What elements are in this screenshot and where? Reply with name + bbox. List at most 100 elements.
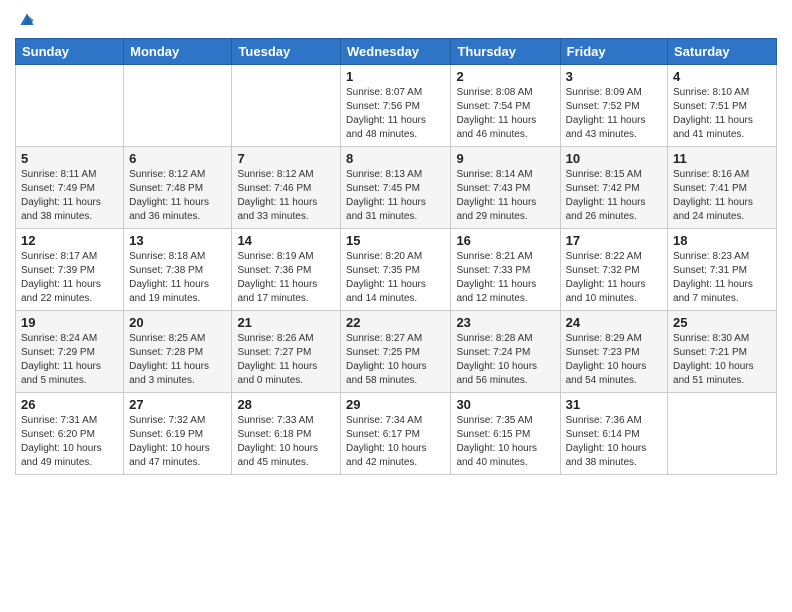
calendar-header-wednesday: Wednesday <box>341 39 451 65</box>
day-info: Sunrise: 8:09 AM Sunset: 7:52 PM Dayligh… <box>566 86 662 142</box>
calendar-week-4: 19 Sunrise: 8:24 AM Sunset: 7:29 PM Dayli… <box>16 311 777 393</box>
day-number: 16 <box>456 233 554 248</box>
calendar-header-friday: Friday <box>560 39 667 65</box>
calendar-cell: 15Sunrise: 8:20 AM Sunset: 7:35 PM Dayli… <box>341 229 451 311</box>
calendar-cell: 9 Sunrise: 8:14 AM Sunset: 7:43 PM Daylig… <box>451 147 560 229</box>
day-number: 24 <box>566 315 662 330</box>
calendar-cell: 10 Sunrise: 8:15 AM Sunset: 7:42 PM Dayli… <box>560 147 667 229</box>
day-number: 13 <box>129 233 226 248</box>
day-info: Sunrise: 7:34 AM Sunset: 6:17 PM Dayligh… <box>346 414 445 470</box>
day-info: Sunrise: 8:10 AM Sunset: 7:51 PM Dayligh… <box>673 86 771 142</box>
day-info: Sunrise: 8:12 AM Sunset: 7:46 PM Dayligh… <box>237 168 335 224</box>
day-number: 3 <box>566 69 662 84</box>
day-number: 31 <box>566 397 662 412</box>
day-info: Sunrise: 8:15 AM Sunset: 7:42 PM Dayligh… <box>566 168 662 224</box>
calendar-week-5: 26 Sunrise: 7:31 AM Sunset: 6:20 PM Dayli… <box>16 393 777 475</box>
calendar-cell: 1 Sunrise: 8:07 AM Sunset: 7:56 PM Daylig… <box>341 65 451 147</box>
day-number: 22 <box>346 315 445 330</box>
day-info: Sunrise: 7:32 AM Sunset: 6:19 PM Dayligh… <box>129 414 226 470</box>
day-number: 17 <box>566 233 662 248</box>
day-number: 30 <box>456 397 554 412</box>
day-number: 29 <box>346 397 445 412</box>
calendar-week-3: 12Sunrise: 8:17 AM Sunset: 7:39 PM Dayli… <box>16 229 777 311</box>
day-number: 7 <box>237 151 335 166</box>
calendar-header-saturday: Saturday <box>668 39 777 65</box>
calendar-cell: 14Sunrise: 8:19 AM Sunset: 7:36 PM Dayli… <box>232 229 341 311</box>
calendar-cell: 29 Sunrise: 7:34 AM Sunset: 6:17 PM Dayli… <box>341 393 451 475</box>
day-number: 23 <box>456 315 554 330</box>
day-info: Sunrise: 7:35 AM Sunset: 6:15 PM Dayligh… <box>456 414 554 470</box>
calendar-cell: 17 Sunrise: 8:22 AM Sunset: 7:32 PM Dayli… <box>560 229 667 311</box>
day-info: Sunrise: 8:22 AM Sunset: 7:32 PM Dayligh… <box>566 250 662 306</box>
day-number: 1 <box>346 69 445 84</box>
calendar-table: SundayMondayTuesdayWednesdayThursdayFrid… <box>15 38 777 475</box>
calendar-header-monday: Monday <box>124 39 232 65</box>
day-info: Sunrise: 8:07 AM Sunset: 7:56 PM Dayligh… <box>346 86 445 142</box>
calendar-cell: 25 Sunrise: 8:30 AM Sunset: 7:21 PM Dayli… <box>668 311 777 393</box>
day-info: Sunrise: 8:11 AM Sunset: 7:49 PM Dayligh… <box>21 168 118 224</box>
calendar-header-sunday: Sunday <box>16 39 124 65</box>
calendar-cell: 4 Sunrise: 8:10 AM Sunset: 7:51 PM Daylig… <box>668 65 777 147</box>
day-number: 26 <box>21 397 118 412</box>
day-info: Sunrise: 8:16 AM Sunset: 7:41 PM Dayligh… <box>673 168 771 224</box>
day-info: Sunrise: 8:25 AM Sunset: 7:28 PM Dayligh… <box>129 332 226 388</box>
day-number: 20 <box>129 315 226 330</box>
day-info: Sunrise: 7:36 AM Sunset: 6:14 PM Dayligh… <box>566 414 662 470</box>
day-info: Sunrise: 8:27 AM Sunset: 7:25 PM Dayligh… <box>346 332 445 388</box>
day-info: Sunrise: 8:08 AM Sunset: 7:54 PM Dayligh… <box>456 86 554 142</box>
day-number: 28 <box>237 397 335 412</box>
calendar-cell: 22 Sunrise: 8:27 AM Sunset: 7:25 PM Dayli… <box>341 311 451 393</box>
day-info: Sunrise: 8:24 AM Sunset: 7:29 PM Dayligh… <box>21 332 118 388</box>
calendar-header-thursday: Thursday <box>451 39 560 65</box>
calendar-cell: 30 Sunrise: 7:35 AM Sunset: 6:15 PM Dayli… <box>451 393 560 475</box>
logo <box>15 10 37 30</box>
calendar-cell: 13 Sunrise: 8:18 AM Sunset: 7:38 PM Dayli… <box>124 229 232 311</box>
day-info: Sunrise: 8:29 AM Sunset: 7:23 PM Dayligh… <box>566 332 662 388</box>
day-number: 11 <box>673 151 771 166</box>
day-number: 4 <box>673 69 771 84</box>
day-number: 25 <box>673 315 771 330</box>
day-info: Sunrise: 8:13 AM Sunset: 7:45 PM Dayligh… <box>346 168 445 224</box>
day-number: 18 <box>673 233 771 248</box>
day-info: Sunrise: 8:19 AM Sunset: 7:36 PM Dayligh… <box>237 250 335 306</box>
calendar-cell: 18 Sunrise: 8:23 AM Sunset: 7:31 PM Dayli… <box>668 229 777 311</box>
day-info: Sunrise: 7:33 AM Sunset: 6:18 PM Dayligh… <box>237 414 335 470</box>
day-number: 10 <box>566 151 662 166</box>
day-number: 9 <box>456 151 554 166</box>
calendar-cell: 2 Sunrise: 8:08 AM Sunset: 7:54 PM Daylig… <box>451 65 560 147</box>
day-info: Sunrise: 8:23 AM Sunset: 7:31 PM Dayligh… <box>673 250 771 306</box>
day-number: 15 <box>346 233 445 248</box>
calendar-cell: 3 Sunrise: 8:09 AM Sunset: 7:52 PM Daylig… <box>560 65 667 147</box>
day-info: Sunrise: 8:30 AM Sunset: 7:21 PM Dayligh… <box>673 332 771 388</box>
header <box>15 10 777 30</box>
day-number: 2 <box>456 69 554 84</box>
calendar-cell: 24 Sunrise: 8:29 AM Sunset: 7:23 PM Dayli… <box>560 311 667 393</box>
calendar-cell: 20 Sunrise: 8:25 AM Sunset: 7:28 PM Dayli… <box>124 311 232 393</box>
day-number: 5 <box>21 151 118 166</box>
calendar-header-tuesday: Tuesday <box>232 39 341 65</box>
calendar-header-row: SundayMondayTuesdayWednesdayThursdayFrid… <box>16 39 777 65</box>
calendar-cell: 16 Sunrise: 8:21 AM Sunset: 7:33 PM Dayli… <box>451 229 560 311</box>
day-info: Sunrise: 7:31 AM Sunset: 6:20 PM Dayligh… <box>21 414 118 470</box>
day-number: 8 <box>346 151 445 166</box>
day-info: Sunrise: 8:17 AM Sunset: 7:39 PM Dayligh… <box>21 250 118 306</box>
logo-icon <box>17 10 37 30</box>
calendar-cell: 7 Sunrise: 8:12 AM Sunset: 7:46 PM Daylig… <box>232 147 341 229</box>
day-info: Sunrise: 8:18 AM Sunset: 7:38 PM Dayligh… <box>129 250 226 306</box>
day-info: Sunrise: 8:28 AM Sunset: 7:24 PM Dayligh… <box>456 332 554 388</box>
day-number: 19 <box>21 315 118 330</box>
calendar-cell: 6 Sunrise: 8:12 AM Sunset: 7:48 PM Daylig… <box>124 147 232 229</box>
calendar-cell: 21Sunrise: 8:26 AM Sunset: 7:27 PM Dayli… <box>232 311 341 393</box>
calendar-cell: 5 Sunrise: 8:11 AM Sunset: 7:49 PM Daylig… <box>16 147 124 229</box>
calendar-week-2: 5 Sunrise: 8:11 AM Sunset: 7:49 PM Daylig… <box>16 147 777 229</box>
calendar-week-1: 1 Sunrise: 8:07 AM Sunset: 7:56 PM Daylig… <box>16 65 777 147</box>
calendar-cell: 8 Sunrise: 8:13 AM Sunset: 7:45 PM Daylig… <box>341 147 451 229</box>
day-number: 6 <box>129 151 226 166</box>
day-info: Sunrise: 8:21 AM Sunset: 7:33 PM Dayligh… <box>456 250 554 306</box>
calendar-cell: 26 Sunrise: 7:31 AM Sunset: 6:20 PM Dayli… <box>16 393 124 475</box>
calendar-cell <box>232 65 341 147</box>
day-info: Sunrise: 8:12 AM Sunset: 7:48 PM Dayligh… <box>129 168 226 224</box>
day-info: Sunrise: 8:14 AM Sunset: 7:43 PM Dayligh… <box>456 168 554 224</box>
page-container: SundayMondayTuesdayWednesdayThursdayFrid… <box>0 0 792 485</box>
calendar-cell: 11 Sunrise: 8:16 AM Sunset: 7:41 PM Dayli… <box>668 147 777 229</box>
